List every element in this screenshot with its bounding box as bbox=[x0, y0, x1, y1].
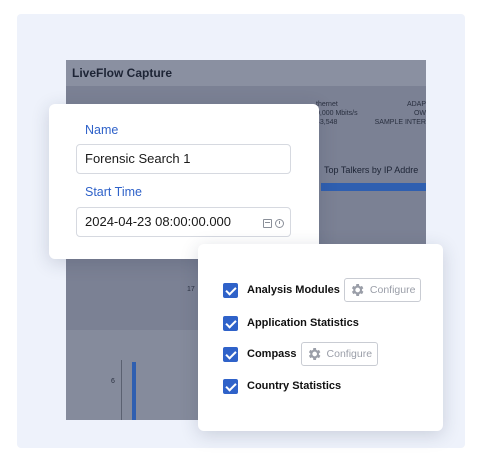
configure-label: Configure bbox=[326, 348, 373, 360]
gear-icon bbox=[351, 284, 364, 296]
start-time-label: Start Time bbox=[85, 185, 142, 199]
top-talkers-bar bbox=[321, 183, 426, 191]
axis-value: 17 bbox=[187, 286, 195, 293]
option-label: Country Statistics bbox=[247, 380, 342, 392]
compass-checkbox[interactable] bbox=[223, 346, 238, 362]
search-form-card: Name Forensic Search 1 Start Time 2024-0… bbox=[49, 104, 319, 259]
option-label: Analysis Modules bbox=[247, 284, 340, 296]
chart-axis bbox=[121, 360, 122, 420]
name-input[interactable]: Forensic Search 1 bbox=[76, 144, 291, 174]
ethernet-label: thernet bbox=[316, 101, 338, 108]
analysis-modules-checkbox[interactable] bbox=[223, 282, 238, 298]
name-input-value: Forensic Search 1 bbox=[85, 151, 191, 166]
chart-bar bbox=[132, 362, 136, 420]
adapter-label: ADAP bbox=[406, 101, 426, 108]
statistics-options-card: Analysis Modules Configure Application S… bbox=[198, 244, 443, 431]
name-label: Name bbox=[85, 123, 119, 137]
adapter-stats: thernet ADAP 0,000 Mbits/s OW 43,548 SAM… bbox=[316, 100, 426, 140]
owner-label: OW bbox=[413, 110, 426, 117]
speed-value: 0,000 Mbits/s bbox=[316, 110, 358, 117]
start-time-value: 2024-04-23 08:00:00.000 bbox=[85, 214, 232, 229]
option-country-statistics: Country Statistics bbox=[223, 374, 341, 398]
option-label: Compass bbox=[247, 348, 297, 360]
application-statistics-checkbox[interactable] bbox=[223, 315, 238, 331]
sample-interval-label: SAMPLE INTER bbox=[374, 119, 426, 126]
calendar-icon[interactable] bbox=[263, 218, 272, 228]
option-compass: Compass Configure bbox=[223, 342, 379, 366]
gear-icon bbox=[308, 348, 320, 360]
country-statistics-checkbox[interactable] bbox=[223, 378, 238, 394]
window-title: LiveFlow Capture bbox=[66, 60, 426, 86]
top-talkers-tab: Top Talkers by IP Addre bbox=[324, 165, 419, 175]
option-analysis-modules: Analysis Modules Configure bbox=[223, 278, 422, 302]
count-value: 43,548 bbox=[316, 119, 338, 126]
configure-label: Configure bbox=[369, 284, 416, 296]
analysis-modules-configure-button[interactable]: Configure bbox=[343, 278, 422, 302]
axis-value: 6 bbox=[111, 378, 115, 385]
option-label: Application Statistics bbox=[247, 317, 359, 329]
start-time-input[interactable]: 2024-04-23 08:00:00.000 bbox=[76, 207, 291, 237]
clock-icon[interactable] bbox=[275, 218, 284, 228]
option-application-statistics: Application Statistics bbox=[223, 311, 359, 335]
compass-configure-button[interactable]: Configure bbox=[300, 342, 379, 366]
